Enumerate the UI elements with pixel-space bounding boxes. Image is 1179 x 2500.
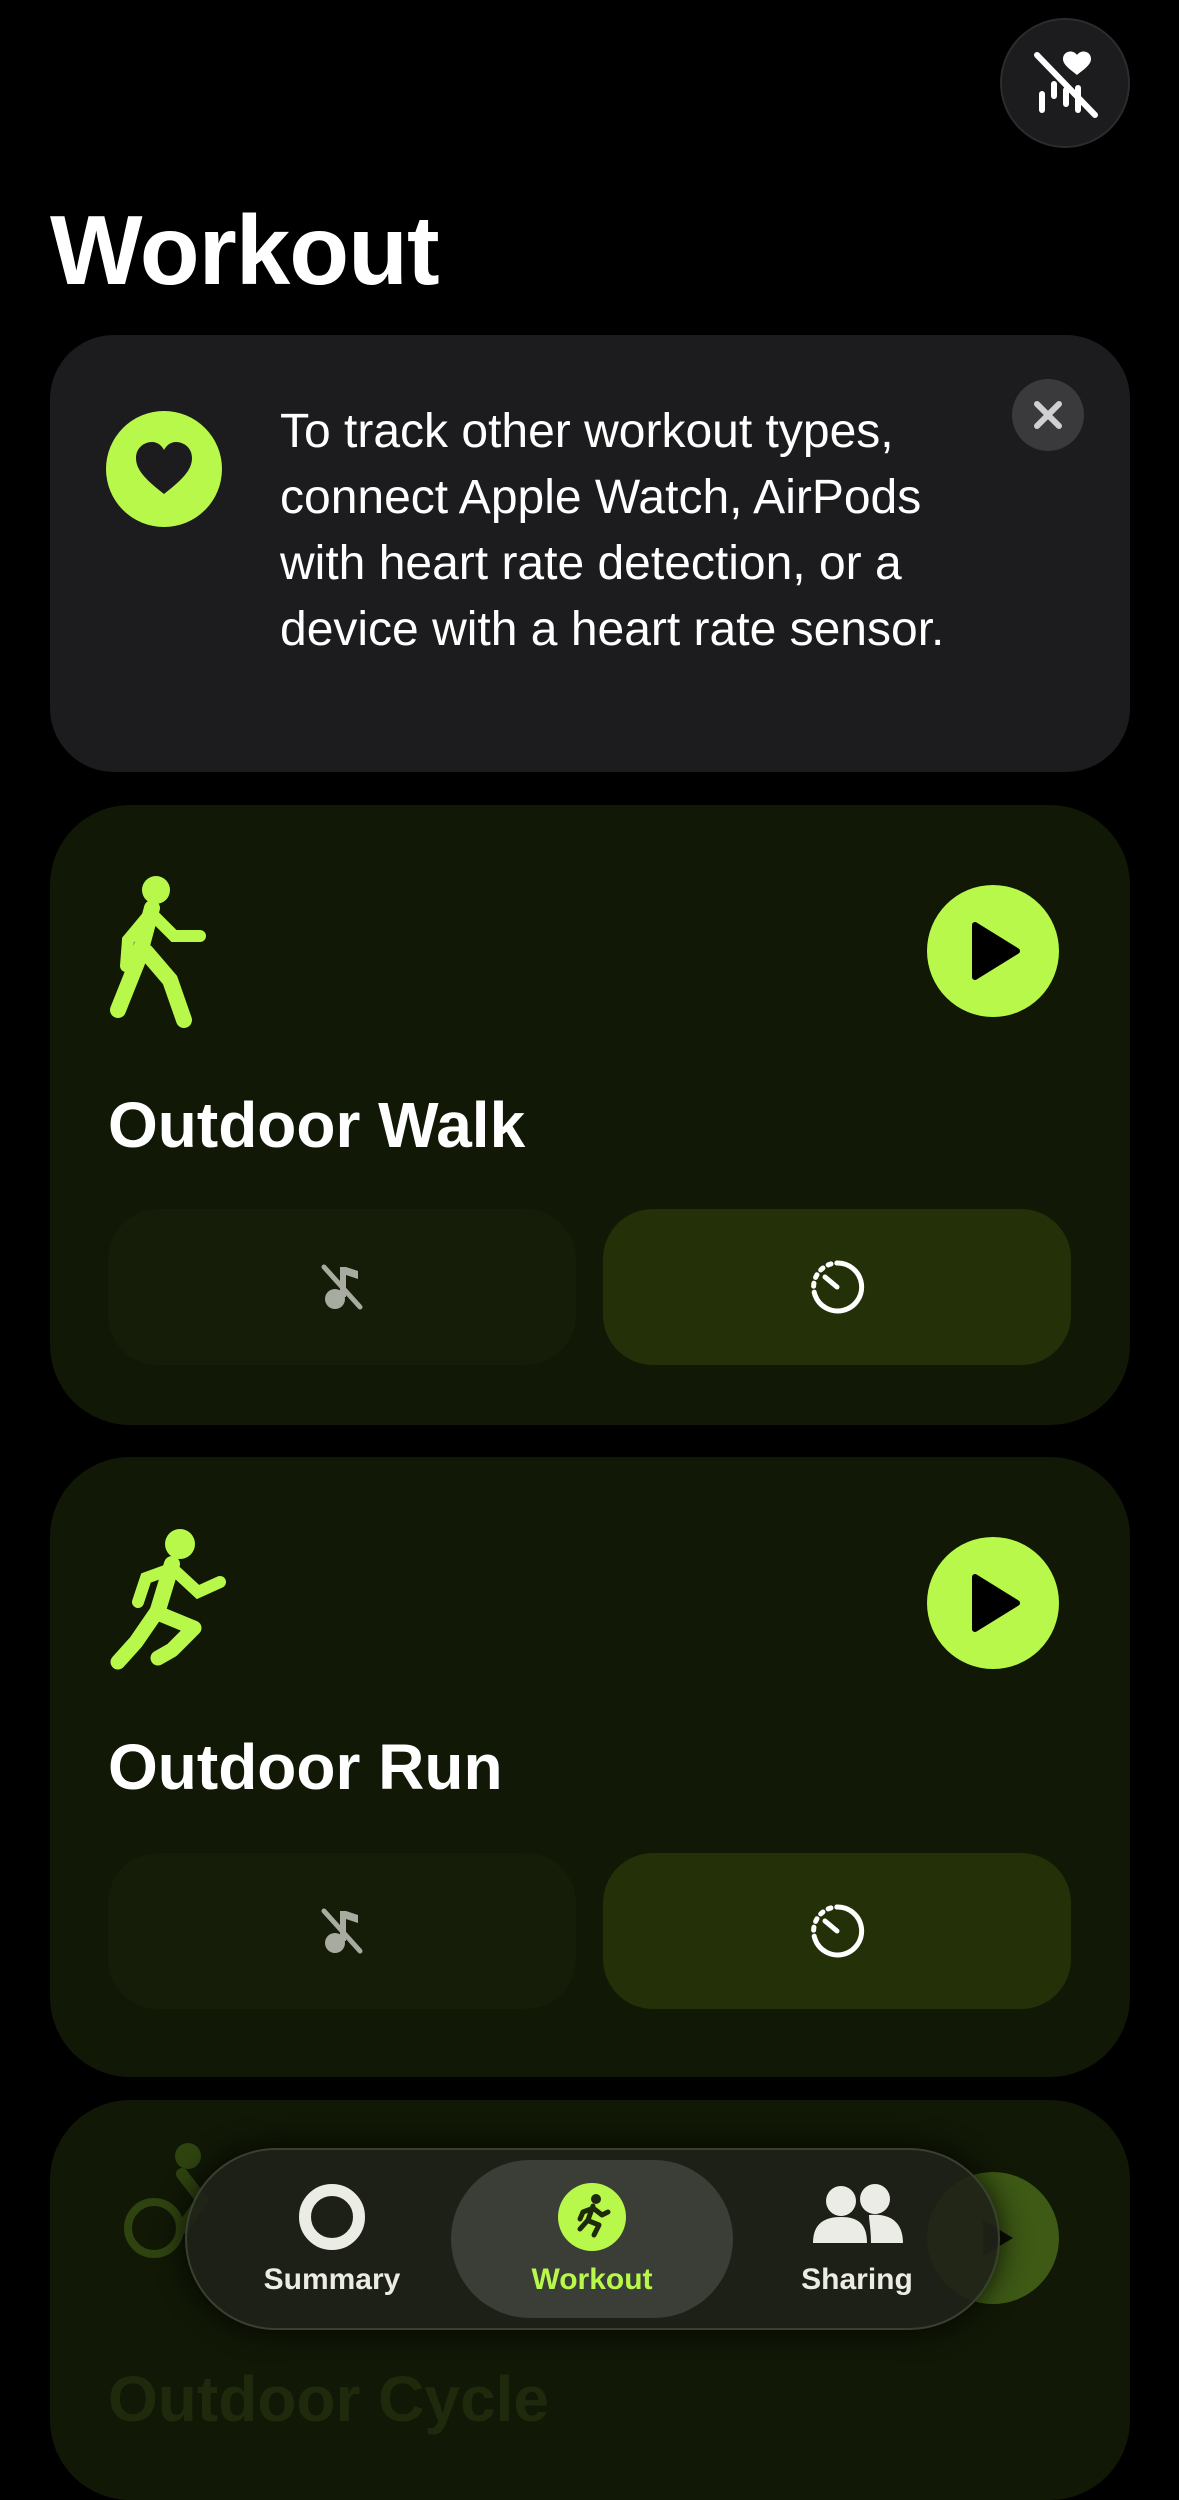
tab-summary[interactable]: Summary (187, 2160, 477, 2318)
timer-icon (811, 1260, 865, 1314)
banner-message: To track other workout types, connect Ap… (280, 405, 945, 656)
connect-device-banner: To track other workout types, connect Ap… (50, 335, 1130, 772)
workout-goal-button[interactable] (603, 1209, 1071, 1365)
workout-title: Outdoor Walk (108, 1089, 526, 1161)
close-icon (1034, 401, 1062, 429)
activity-ring-icon (299, 2184, 365, 2250)
banner-close-button[interactable] (1012, 379, 1084, 451)
start-run-button[interactable] (927, 1537, 1059, 1669)
tab-label: Sharing (801, 2263, 913, 2296)
tab-label: Workout (531, 2263, 653, 2296)
tab-sharing[interactable]: Sharing (712, 2160, 1002, 2318)
music-button[interactable] (108, 1853, 576, 2009)
heart-slash-icon (1034, 51, 1098, 118)
workout-goal-button[interactable] (603, 1853, 1071, 2009)
running-figure-icon (558, 2183, 626, 2251)
play-icon (972, 1574, 1020, 1632)
heart-badge (106, 411, 222, 527)
music-button[interactable] (108, 1209, 576, 1365)
tab-bar: Summary Workout Sharing (185, 2148, 1000, 2330)
running-figure-icon (110, 1529, 226, 1670)
timer-icon (811, 1904, 865, 1958)
workout-card-outdoor-run[interactable]: Outdoor Run (50, 1457, 1130, 2077)
tab-label: Summary (263, 2263, 401, 2296)
page-title: Workout (50, 195, 440, 305)
people-icon (813, 2184, 903, 2243)
heart-icon (136, 442, 192, 494)
workout-title: Outdoor Cycle (108, 2363, 549, 2435)
play-icon (972, 922, 1020, 980)
workout-card-outdoor-walk[interactable]: Outdoor Walk (50, 805, 1130, 1425)
music-off-icon (321, 1264, 363, 1310)
heart-rate-disconnected-button[interactable] (1000, 18, 1130, 148)
music-off-icon (321, 1908, 363, 1954)
workout-title: Outdoor Run (108, 1731, 503, 1803)
tab-workout[interactable]: Workout (451, 2160, 733, 2318)
walking-figure-icon (110, 876, 206, 1028)
start-walk-button[interactable] (927, 885, 1059, 1017)
